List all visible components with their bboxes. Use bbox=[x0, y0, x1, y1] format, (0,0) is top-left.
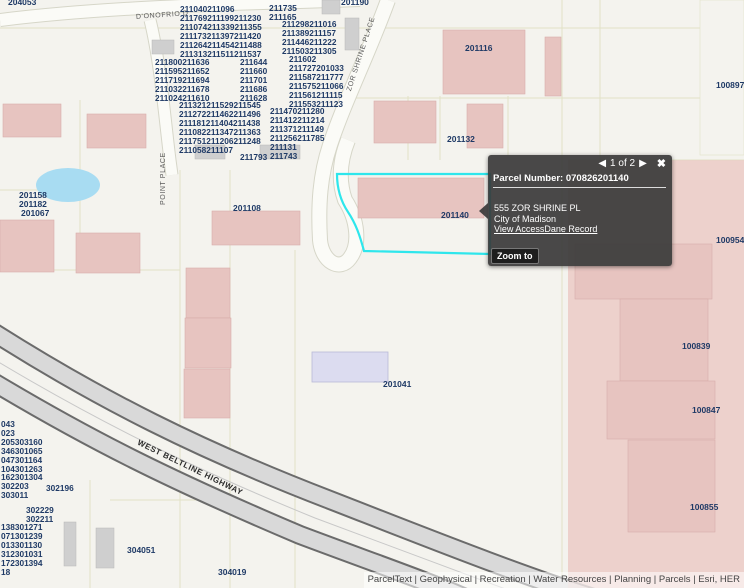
parcel-label[interactable]: 204053 bbox=[8, 0, 36, 7]
parcel-label-cluster: 302196 bbox=[46, 483, 74, 493]
map-view[interactable]: D'ONOFRIO D ZOR SHRINE PLACE POINT PLACE… bbox=[0, 0, 744, 588]
parcel-label[interactable]: 100855 bbox=[690, 503, 718, 512]
parcel-label[interactable]: 201041 bbox=[383, 380, 411, 389]
parcel-label-cluster: 211298211016 211389211157 211446211222 2… bbox=[282, 19, 337, 56]
parcel-label-cluster: 211644 211660 211701 211686 211628 bbox=[240, 57, 268, 103]
parcel-label[interactable]: 201140 bbox=[441, 211, 469, 220]
street-label-point-place: POINT PLACE bbox=[160, 152, 167, 205]
parcel-label-cluster: 211040211096 211769211199211230 21107421… bbox=[180, 4, 262, 59]
page-indicator: 1 of 2 bbox=[610, 158, 636, 169]
close-icon[interactable]: ✖ bbox=[657, 157, 666, 170]
prev-arrow-icon[interactable]: ◀ bbox=[598, 158, 606, 169]
parcel-label-cluster: 211793 bbox=[240, 152, 268, 162]
parcel-city: City of Madison bbox=[494, 213, 557, 224]
parcel-label-cluster: 211470211280 211412211214 211371211149 2… bbox=[270, 106, 325, 161]
parcel-label[interactable]: 100839 bbox=[682, 342, 710, 351]
popup-body: 555 ZOR SHRINE PL City of Madison View A… bbox=[494, 203, 597, 235]
basemap bbox=[0, 0, 744, 588]
parcel-label[interactable]: 304051 bbox=[127, 546, 155, 555]
parcel-label[interactable]: 100954 bbox=[716, 236, 744, 245]
parcel-label[interactable]: 201116 bbox=[465, 44, 492, 53]
next-arrow-icon[interactable]: ▶ bbox=[639, 158, 647, 169]
parcel-label[interactable]: 201067 bbox=[21, 209, 49, 218]
parcel-label-cluster: 211800211636 211595211652 211719211694 2… bbox=[155, 57, 210, 103]
parcel-address: 555 ZOR SHRINE PL bbox=[494, 203, 581, 213]
parcel-label-cluster: 138301271 071301239 013301130 312301031 … bbox=[1, 522, 43, 577]
parcel-label[interactable]: 100847 bbox=[692, 406, 720, 415]
parcel-label[interactable]: 201132 bbox=[447, 135, 475, 144]
building-blue bbox=[311, 351, 389, 383]
popup-divider bbox=[493, 187, 666, 188]
parcel-label[interactable]: 201190 bbox=[341, 0, 369, 7]
popup-title: Parcel Number: 070826201140 bbox=[493, 173, 629, 184]
parcel-label-cluster: 211321211529211545 211272211462211496 21… bbox=[179, 100, 261, 155]
attribution-bar: ParcelText | Geophysical | Recreation | … bbox=[363, 572, 744, 588]
zoom-to-button[interactable]: Zoom to bbox=[491, 248, 539, 264]
accessdane-link[interactable]: View AccessDane Record bbox=[494, 224, 597, 234]
popup-nav: ◀ 1 of 2 ▶ ✖ bbox=[598, 157, 666, 170]
parcel-label[interactable]: 201108 bbox=[233, 204, 261, 213]
parcel-label-cluster: 043 023 205303160 346301065 047301164 10… bbox=[1, 419, 43, 501]
parcel-label[interactable]: 304019 bbox=[218, 568, 246, 577]
parcel-label[interactable]: 100897 bbox=[716, 81, 744, 90]
parcel-popup: ◀ 1 of 2 ▶ ✖ Parcel Number: 070826201140… bbox=[479, 155, 672, 266]
parcel-label-cluster: 211602 211727201033 211587211777 2115752… bbox=[289, 54, 344, 109]
popup-pointer bbox=[479, 203, 488, 219]
